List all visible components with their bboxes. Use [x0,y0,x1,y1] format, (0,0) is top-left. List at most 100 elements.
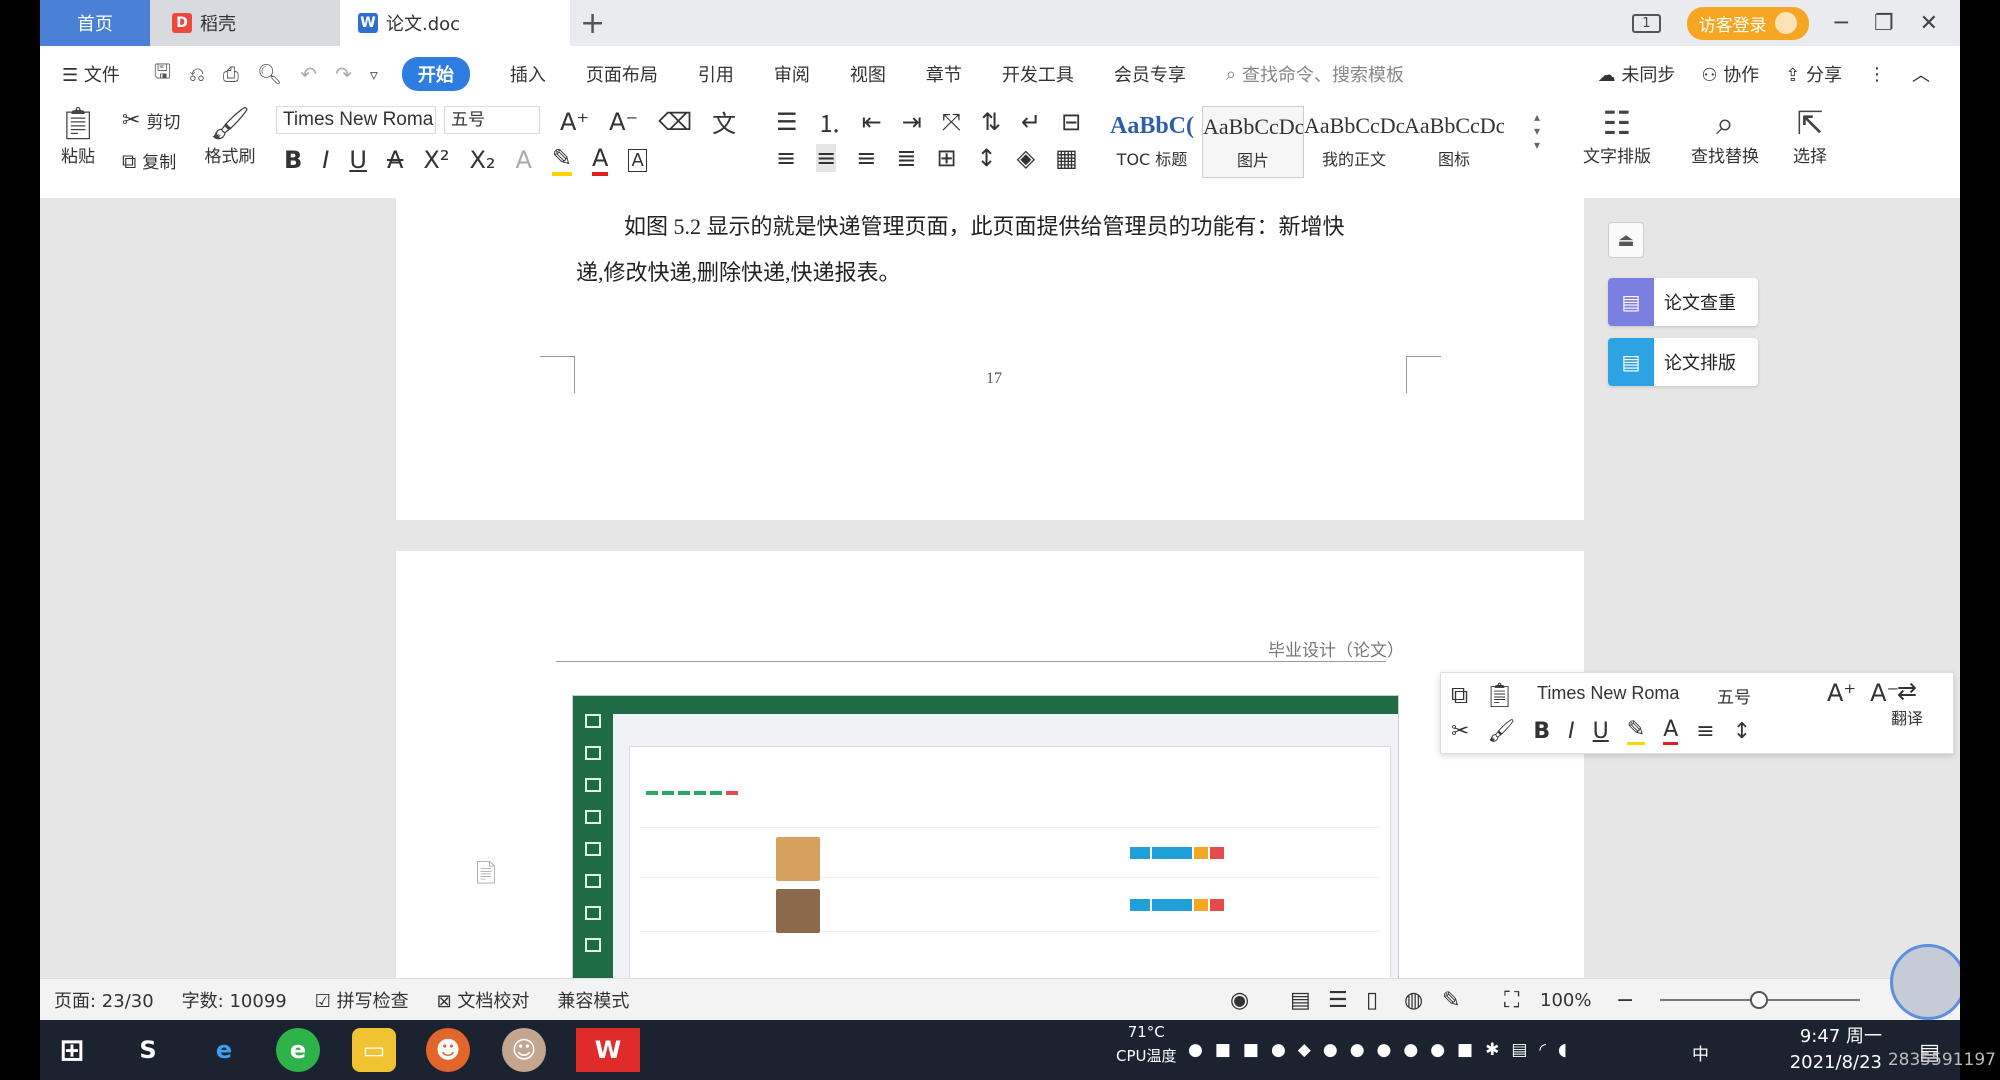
thesis-check-button[interactable]: ▤ 论文查重 [1608,278,1758,326]
new-tab-button[interactable]: + [580,6,605,41]
highlight-icon[interactable]: ✎ [551,144,573,176]
style-gallery-scroll[interactable]: ▴ ▾ ▾ [1534,110,1540,152]
justify-icon[interactable]: ≣ [896,144,916,172]
spell-check-button[interactable]: ☑ 拼写检查 [315,987,409,1013]
shrink-font-icon[interactable]: A⁻ [609,108,638,136]
align-right-icon[interactable]: ≡ [856,144,876,172]
menu-tab-page-layout[interactable]: 页面布局 [586,61,658,87]
print-preview-icon[interactable]: 🔍︎ [257,62,282,86]
menu-tab-references[interactable]: 引用 [698,61,734,87]
find-replace-button[interactable]: ⌕ 查找替换 [1680,104,1770,167]
italic-icon[interactable]: I [1568,719,1575,744]
grow-font-icon[interactable]: A⁺ [1827,679,1856,707]
superscript-icon[interactable]: X² [423,146,449,174]
menu-tab-insert[interactable]: 插入 [510,61,546,87]
cloud-icon[interactable]: ⎌ [189,62,205,86]
tray-icons[interactable]: ●■■●◆●●●●●■✱▤◜◖ [1188,1040,1579,1060]
more-icon[interactable]: ⋮ [1868,64,1886,85]
font-color-icon[interactable]: A [592,144,609,176]
grow-font-icon[interactable]: A⁺ [560,108,589,136]
zoom-out-icon[interactable]: − [1616,988,1634,1013]
outdent-icon[interactable]: ⇤ [862,108,882,136]
panel-toggle-icon[interactable]: 1 [1632,13,1661,33]
ime-indicator[interactable]: 中 [1692,1040,1709,1065]
bullet-list-icon[interactable]: ☰ [776,108,798,136]
undo-icon[interactable]: ↶ [300,62,317,86]
style-picture[interactable]: AaBbCcDc 图片 [1202,106,1304,178]
line-spacing-icon[interactable]: ↕ [977,144,997,172]
line-spacing-icon[interactable]: ↕ [1733,719,1751,744]
align-center-icon[interactable]: ≡ [816,144,837,172]
save-icon[interactable]: 🖫 [154,57,171,91]
show-marks-icon[interactable]: ↵ [1021,108,1041,136]
menu-tab-developer[interactable]: 开发工具 [1002,61,1074,87]
document-page-17[interactable]: 如图 5.2 显示的就是快递管理页面，此页面提供给管理员的功能有：新增快 递,修… [396,198,1584,520]
subscript-icon[interactable]: X₂ [469,146,495,174]
app-avatar-icon[interactable]: ☺ [502,1028,546,1072]
bold-icon[interactable]: B [284,146,302,174]
paste-icon[interactable]: 📋︎ [1484,681,1514,709]
cut-button[interactable]: ✂ 剪切 [122,108,180,133]
document-page-18[interactable]: 毕业设计（论文） 📄︎ [396,551,1584,978]
close-icon[interactable]: ✕ [1920,11,1938,36]
translate-button[interactable]: ⇄ 翻译 [1891,677,1923,729]
paste-options-icon[interactable]: 📄︎ [472,861,500,886]
menu-tab-start[interactable]: 开始 [401,57,470,91]
align-center-icon[interactable]: ≡ [1696,719,1714,744]
outline-view-icon[interactable]: ☰ [1328,988,1348,1013]
embedded-screenshot[interactable] [572,695,1399,978]
underline-icon[interactable]: U [1593,719,1609,744]
distributed-icon[interactable]: ⊞ [936,144,956,172]
pen-icon[interactable]: ✎ [1442,988,1460,1013]
sync-button[interactable]: ☁ 未同步 [1598,61,1676,87]
italic-icon[interactable]: I [322,146,329,174]
cpu-temperature[interactable]: 71°C CPU温度 [1116,1020,1177,1068]
assistant-avatar[interactable] [1890,944,1960,1020]
tab-document[interactable]: W 论文.doc [340,0,570,46]
text-effect-icon[interactable]: A [516,146,532,174]
app-mascot-icon[interactable]: ☻ [426,1028,470,1072]
text-layout-button[interactable]: ☷ 文字排版 [1572,104,1662,167]
align-left-icon[interactable]: ≡ [776,144,796,172]
zoom-slider-knob[interactable] [1750,991,1768,1009]
bold-icon[interactable]: B [1533,719,1550,744]
file-menu[interactable]: ☰ 文件 [62,61,120,87]
char-border-icon[interactable]: A [628,148,647,172]
reading-view-icon[interactable]: ▯ [1366,988,1378,1013]
style-toc-heading[interactable]: AaBbC( TOC 标题 [1102,106,1202,178]
style-my-body[interactable]: AaBbCcDc 我的正文 [1304,106,1404,178]
indent-icon[interactable]: ⇥ [902,108,922,136]
page-indicator[interactable]: 页面: 23/30 [54,987,154,1013]
style-icon-caption[interactable]: AaBbCcDc 图标 [1404,106,1504,178]
restore-icon[interactable]: ❐ [1874,11,1894,36]
word-count[interactable]: 字数: 10099 [182,987,287,1013]
tab-home[interactable]: 首页 [40,0,150,46]
shading-icon[interactable]: ◈ [1017,144,1035,172]
zoom-level[interactable]: 100% [1540,990,1591,1011]
menu-tab-view[interactable]: 视图 [850,61,886,87]
chinese-layout-icon[interactable]: ⤧ [942,108,961,136]
start-windows-icon[interactable]: ⊞ [50,1028,94,1072]
underline-icon[interactable]: U [349,146,367,174]
collapse-ribbon-icon[interactable]: ︿ [1912,61,1930,87]
proofread-button[interactable]: ⊠ 文档校对 [437,987,530,1013]
minimize-icon[interactable]: ─ [1835,11,1848,36]
customize-chevron-icon[interactable]: ▿ [370,65,378,84]
borders-icon[interactable]: ▦ [1055,144,1078,172]
thesis-layout-button[interactable]: ▤ 论文排版 [1608,338,1758,386]
print-icon[interactable]: ⎙ [223,62,239,86]
font-name-select[interactable]: Times New Roma [276,106,436,134]
eye-protection-icon[interactable]: ◉ [1230,988,1249,1013]
highlight-icon[interactable]: ✎ [1626,717,1646,745]
web-view-icon[interactable]: ◍ [1404,988,1423,1013]
redo-icon[interactable]: ↷ [335,62,352,86]
collaborate-button[interactable]: ⚇ 协作 [1701,61,1759,87]
share-button[interactable]: ⇪ 分享 [1785,61,1842,87]
guest-login-button[interactable]: 访客登录 [1686,6,1809,40]
format-painter-button[interactable]: 🖌︎ 格式刷 [200,104,260,167]
scissors-icon[interactable]: ✂ [1451,719,1469,744]
page-view-icon[interactable]: ▤ [1290,988,1311,1013]
command-search[interactable]: ⌕ 查找命令、搜索模板 [1226,61,1404,87]
strikethrough-icon[interactable]: A [387,146,403,174]
numbered-list-icon[interactable]: ⒈ [818,104,842,139]
